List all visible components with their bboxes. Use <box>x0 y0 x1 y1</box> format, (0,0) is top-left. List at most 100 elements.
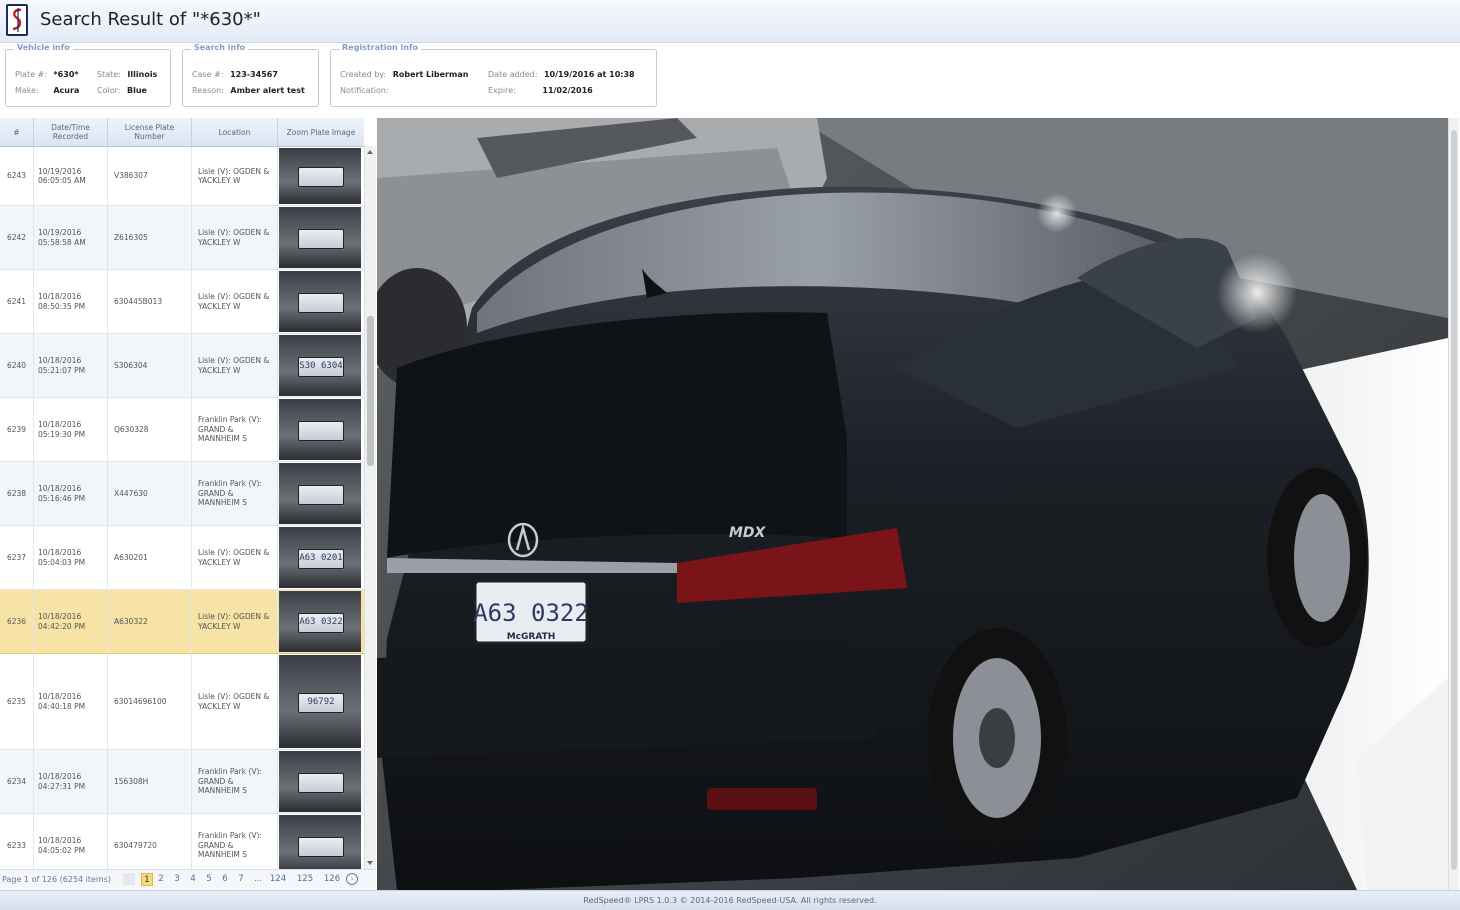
row-datetime: 10/18/2016 05:19:30 PM <box>34 398 108 461</box>
color-row: Color: Blue <box>97 86 147 95</box>
row-zoom-plate-image[interactable] <box>278 750 362 813</box>
table-row[interactable]: 6234 10/18/2016 04:27:31 PM 156308H Franklin… <box>0 750 364 814</box>
row-zoom-plate-image[interactable] <box>278 270 362 333</box>
state-label: State: <box>97 70 121 79</box>
thumbnail-plate-text <box>298 772 344 793</box>
date-added-row: Date added: 10/19/2016 at 10:38 <box>488 70 635 79</box>
page-link[interactable]: 124 <box>268 873 288 886</box>
table-row[interactable]: 6238 10/18/2016 05:16:46 PM X447630 Franklin… <box>0 462 364 526</box>
prev-page-icon[interactable] <box>123 873 135 885</box>
grid-header: # Date/Time Recorded License Plate Numbe… <box>0 118 364 147</box>
created-by-label: Created by: <box>340 70 387 79</box>
next-page-icon[interactable]: › <box>346 873 358 885</box>
grid-scroll-thumb[interactable] <box>367 316 374 466</box>
page-link[interactable]: 6 <box>220 873 230 886</box>
row-zoom-plate-image[interactable] <box>278 814 362 869</box>
row-plate-number: X447630 <box>108 462 192 525</box>
table-row[interactable]: 6241 10/18/2016 08:50:35 PM 630445B013 Lisle… <box>0 270 364 334</box>
scroll-up-icon[interactable] <box>367 150 373 154</box>
row-zoom-plate-image[interactable] <box>278 462 362 525</box>
row-zoom-plate-image[interactable] <box>278 206 362 269</box>
row-plate-number: 156308H <box>108 750 192 813</box>
page-link[interactable]: 7 <box>236 873 246 886</box>
row-number: 6237 <box>0 526 34 589</box>
row-time: 05:21:07 PM <box>38 365 86 375</box>
state-row: State: Illinois <box>97 70 157 79</box>
row-plate-number: 630479720 <box>108 814 192 869</box>
expire-row: Expire: 11/02/2016 <box>488 86 593 95</box>
plate-thumbnail[interactable] <box>279 815 361 869</box>
thumbnail-plate-text <box>298 484 344 505</box>
thumbnail-plate-text: A63 0322 <box>298 612 344 633</box>
plate-thumbnail[interactable]: S30 6304 <box>279 335 361 396</box>
vehicle-plate-graphic: A63 0322 McGRATH <box>473 579 589 645</box>
col-header-plate[interactable]: License Plate Number <box>108 118 192 146</box>
table-row[interactable]: 6239 10/18/2016 05:19:30 PM Q630328 Franklin… <box>0 398 364 462</box>
page-link[interactable]: 126 <box>322 873 342 886</box>
table-row[interactable]: 6237 10/18/2016 05:04:03 PM A630201 Lisle (V… <box>0 526 364 590</box>
row-time: 05:19:30 PM <box>38 429 86 439</box>
plate-value: *630* <box>53 70 79 79</box>
row-plate-number: Q630328 <box>108 398 192 461</box>
table-row[interactable]: 6243 10/19/2016 06:05:05 AM V386307 Lisle (V… <box>0 147 364 206</box>
col-header-datetime[interactable]: Date/Time Recorded <box>34 118 108 146</box>
col-header-location[interactable]: Location <box>192 118 278 146</box>
page-link[interactable]: 5 <box>204 873 214 886</box>
plate-thumbnail[interactable]: 96792 <box>279 655 361 748</box>
table-row[interactable]: 6235 10/18/2016 04:40:18 PM 63014696100 Lisl… <box>0 654 364 750</box>
table-row[interactable]: 6242 10/19/2016 05:58:58 AM Z616305 Lisle (V… <box>0 206 364 270</box>
page-link[interactable]: 2 <box>156 873 166 886</box>
case-value: 123-34567 <box>230 70 278 79</box>
row-date: 10/19/2016 <box>38 228 82 237</box>
row-datetime: 10/18/2016 04:05:02 PM <box>34 814 108 869</box>
row-datetime: 10/18/2016 05:04:03 PM <box>34 526 108 589</box>
row-datetime: 10/18/2016 04:42:20 PM <box>34 590 108 653</box>
row-zoom-plate-image[interactable]: A63 0322 <box>278 590 362 653</box>
row-zoom-plate-image[interactable] <box>278 147 362 205</box>
scroll-down-icon[interactable] <box>367 861 373 865</box>
row-number: 6242 <box>0 206 34 269</box>
row-zoom-plate-image[interactable]: 96792 <box>278 654 362 749</box>
color-value: Blue <box>127 86 147 95</box>
case-row: Case #: 123-34567 <box>192 70 278 79</box>
plate-thumbnail[interactable]: A63 0322 <box>279 591 361 652</box>
thumbnail-plate-text <box>298 292 344 313</box>
row-date: 10/18/2016 <box>38 356 82 365</box>
photo-scrollbar[interactable] <box>1448 118 1459 890</box>
plate-thumbnail[interactable] <box>279 207 361 268</box>
title-prefix: Search Result of <box>40 9 192 30</box>
search-info-legend: Search info <box>191 43 249 52</box>
table-row[interactable]: 6233 10/18/2016 04:05:02 PM 630479720 Frankl… <box>0 814 364 869</box>
page-link[interactable]: 125 <box>295 873 315 886</box>
row-datetime: 10/19/2016 06:05:05 AM <box>34 147 108 205</box>
plate-thumbnail[interactable] <box>279 148 361 204</box>
row-location: Lisle (V): OGDEN & YACKLEY W <box>192 206 278 269</box>
row-time: 04:40:18 PM <box>38 701 86 711</box>
photo-scroll-thumb[interactable] <box>1451 130 1457 870</box>
row-zoom-plate-image[interactable]: S30 6304 <box>278 334 362 397</box>
plate-thumbnail[interactable]: A63 0201 <box>279 527 361 588</box>
grid-scrollbar[interactable] <box>364 146 376 869</box>
thumbnail-plate-text: A63 0201 <box>298 548 344 569</box>
page-link[interactable]: ... <box>252 873 264 886</box>
plate-row: Plate #: *630* <box>15 70 79 79</box>
row-number: 6236 <box>0 590 34 653</box>
mdx-badge: MDX <box>729 525 767 541</box>
col-header-number[interactable]: # <box>0 118 34 146</box>
plate-thumbnail[interactable] <box>279 399 361 460</box>
plate-thumbnail[interactable] <box>279 271 361 332</box>
row-number: 6239 <box>0 398 34 461</box>
page-link[interactable]: 4 <box>188 873 198 886</box>
row-zoom-plate-image[interactable] <box>278 398 362 461</box>
expire-value: 11/02/2016 <box>542 86 593 95</box>
table-row[interactable]: 6236 10/18/2016 04:42:20 PM A630322 Lisle (V… <box>0 590 364 654</box>
page-link[interactable]: 1 <box>141 873 153 886</box>
plate-thumbnail[interactable] <box>279 463 361 524</box>
table-row[interactable]: 6240 10/18/2016 05:21:07 PM S306304 Lisle (V… <box>0 334 364 398</box>
col-header-zoom-image[interactable]: Zoom Plate Image <box>278 118 364 146</box>
row-zoom-plate-image[interactable]: A63 0201 <box>278 526 362 589</box>
date-added-label: Date added: <box>488 70 538 79</box>
page-link[interactable]: 3 <box>172 873 182 886</box>
plate-thumbnail[interactable] <box>279 751 361 812</box>
row-datetime: 10/19/2016 05:58:58 AM <box>34 206 108 269</box>
